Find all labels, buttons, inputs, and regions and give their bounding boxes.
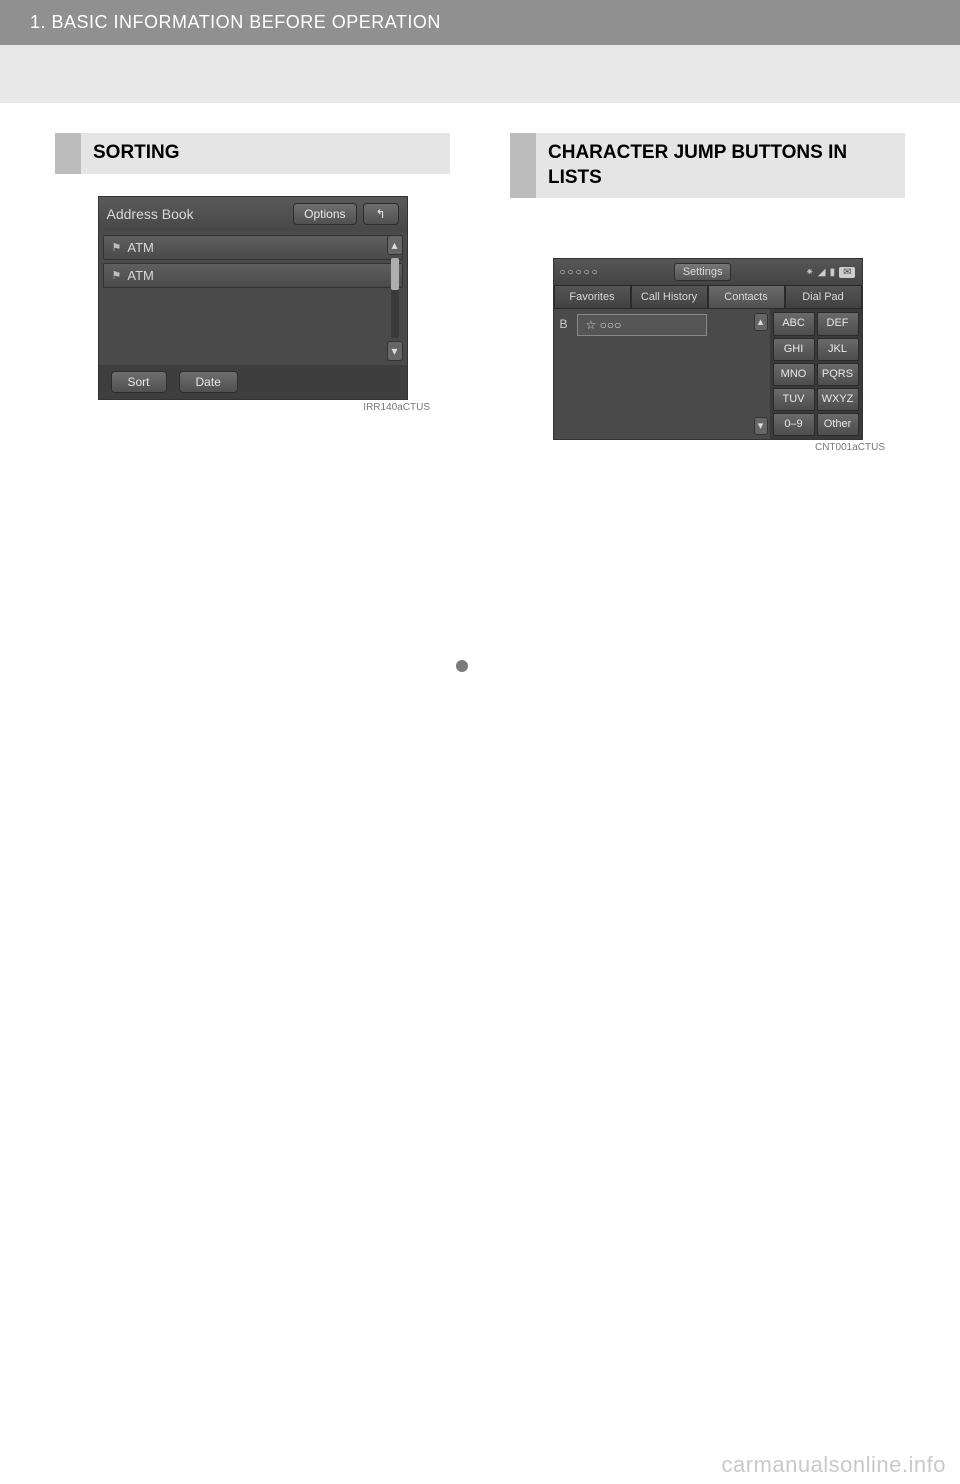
- contacts-body: B ☆ ○○○ ▴ ▾ ABC DEF GHI JKL MNO: [554, 309, 862, 439]
- scroll-up-icon[interactable]: ▴: [754, 313, 768, 331]
- list-item-label: ATM: [127, 240, 153, 255]
- sub-header-strip: [0, 45, 960, 103]
- battery-icon: ▮: [830, 267, 836, 278]
- jump-key-ghi[interactable]: GHI: [773, 338, 815, 361]
- page-content: SORTING Address Book Options ↰ ⚑ ATM: [0, 103, 960, 453]
- scrollbar[interactable]: ▴ ▾: [752, 309, 770, 439]
- page-header: 1. BASIC INFORMATION BEFORE OPERATION: [0, 0, 960, 45]
- scroll-track[interactable]: [391, 258, 399, 338]
- scroll-down-icon[interactable]: ▾: [754, 417, 768, 435]
- flag-icon: ⚑: [112, 269, 122, 282]
- jump-key-tuv[interactable]: TUV: [773, 388, 815, 411]
- signal-dots-icon: ○○○○○: [560, 267, 600, 278]
- back-button[interactable]: ↰: [363, 203, 399, 225]
- back-icon: ↰: [375, 207, 385, 221]
- section-accent: [510, 133, 536, 198]
- contacts-list: B ☆ ○○○: [554, 309, 752, 439]
- bullet-icon: [456, 660, 468, 672]
- tab-dial-pad[interactable]: Dial Pad: [785, 285, 862, 309]
- list-item-label: ATM: [127, 268, 153, 283]
- jump-key-other[interactable]: Other: [817, 413, 859, 436]
- screenshot-contacts: ○○○○○ Settings ⁕ ◢ ▮ ✉ Favorites Call Hi…: [510, 258, 905, 453]
- mail-icon[interactable]: ✉: [839, 267, 855, 278]
- options-button[interactable]: Options: [293, 203, 356, 225]
- list-item-label: ☆ ○○○: [586, 318, 622, 332]
- header-title: 1. BASIC INFORMATION BEFORE OPERATION: [30, 12, 441, 32]
- tab-call-history[interactable]: Call History: [631, 285, 708, 309]
- bluetooth-icon: ⁕: [805, 267, 813, 278]
- address-book-body: ⚑ ATM ⚑ ATM ▴ ▾: [99, 231, 407, 365]
- jump-key-pqrs[interactable]: PQRS: [817, 363, 859, 386]
- contacts-window: ○○○○○ Settings ⁕ ◢ ▮ ✉ Favorites Call Hi…: [553, 258, 863, 440]
- address-book-titlebar: Address Book Options ↰: [99, 197, 407, 231]
- flag-icon: ⚑: [112, 241, 122, 254]
- jump-key-wxyz[interactable]: WXYZ: [817, 388, 859, 411]
- scrollbar[interactable]: ▴ ▾: [387, 235, 403, 361]
- watermark-text: carmanualsonline.info: [721, 1452, 946, 1478]
- section-label: CHARACTER JUMP BUTTONS IN LISTS: [536, 133, 905, 198]
- settings-button[interactable]: Settings: [674, 263, 732, 281]
- section-accent: [55, 133, 81, 174]
- scroll-up-icon[interactable]: ▴: [387, 235, 403, 255]
- jump-key-abc[interactable]: ABC: [773, 312, 815, 335]
- list-section-letter: B: [560, 317, 568, 331]
- jump-keypad: ABC DEF GHI JKL MNO PQRS TUV WXYZ 0–9 Ot…: [770, 309, 862, 439]
- tab-favorites[interactable]: Favorites: [554, 285, 631, 309]
- section-title-sorting: SORTING: [55, 133, 450, 174]
- right-column: CHARACTER JUMP BUTTONS IN LISTS ○○○○○ Se…: [510, 133, 905, 453]
- scroll-down-icon[interactable]: ▾: [387, 341, 403, 361]
- status-icons: ⁕ ◢ ▮ ✉: [805, 267, 855, 278]
- jump-key-def[interactable]: DEF: [817, 312, 859, 335]
- left-column: SORTING Address Book Options ↰ ⚑ ATM: [55, 133, 450, 453]
- jump-key-mno[interactable]: MNO: [773, 363, 815, 386]
- list-item[interactable]: ☆ ○○○: [577, 314, 707, 336]
- date-button[interactable]: Date: [179, 371, 238, 393]
- sort-button[interactable]: Sort: [111, 371, 167, 393]
- list-item[interactable]: ⚑ ATM: [103, 235, 403, 260]
- scroll-thumb[interactable]: [391, 258, 399, 290]
- image-id-label: CNT001aCTUS: [510, 442, 905, 453]
- contacts-tabs: Favorites Call History Contacts Dial Pad: [554, 285, 862, 309]
- jump-key-jkl[interactable]: JKL: [817, 338, 859, 361]
- image-id-label: IRR140aCTUS: [55, 402, 450, 413]
- address-book-window: Address Book Options ↰ ⚑ ATM ⚑ ATM: [98, 196, 408, 400]
- jump-key-09[interactable]: 0–9: [773, 413, 815, 436]
- signal-icon: ◢: [818, 267, 826, 278]
- tab-contacts[interactable]: Contacts: [708, 285, 785, 309]
- list-item[interactable]: ⚑ ATM: [103, 263, 403, 288]
- screenshot-address-book: Address Book Options ↰ ⚑ ATM ⚑ ATM: [55, 196, 450, 413]
- section-title-charjump: CHARACTER JUMP BUTTONS IN LISTS: [510, 133, 905, 198]
- address-book-footer: Sort Date: [99, 365, 407, 399]
- address-book-title: Address Book: [107, 206, 288, 222]
- contacts-statusbar: ○○○○○ Settings ⁕ ◢ ▮ ✉: [554, 259, 862, 285]
- section-label: SORTING: [81, 133, 450, 174]
